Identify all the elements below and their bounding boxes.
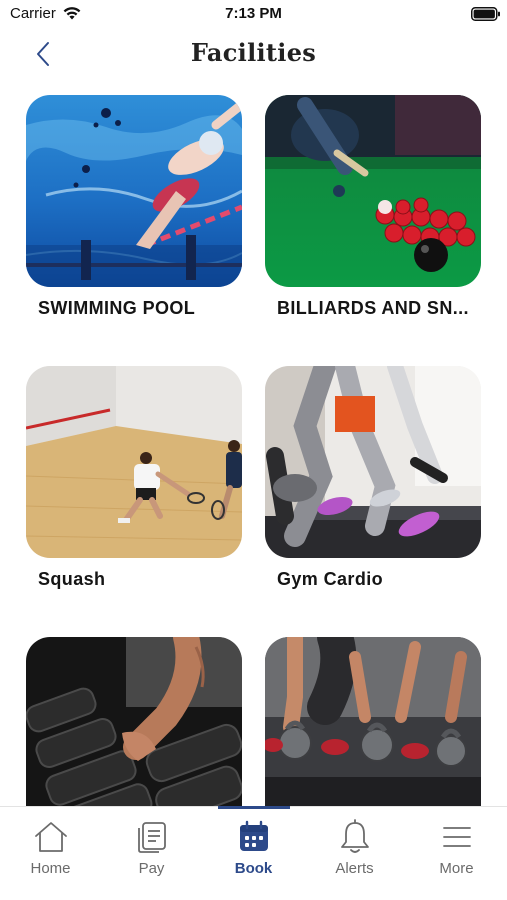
- facility-card-dumbbells[interactable]: [26, 637, 242, 806]
- home-icon: [33, 819, 69, 855]
- facility-card-billiards[interactable]: BILLIARDS AND SN...: [265, 95, 481, 319]
- tab-label: Alerts: [335, 860, 374, 877]
- squash-court-photo: [26, 366, 242, 558]
- receipt-icon: [134, 819, 170, 855]
- billiards-snooker-photo: [265, 95, 481, 287]
- facilities-grid: SWIMMING POOL BILLIARDS AND SN... Squash…: [0, 0, 507, 806]
- tab-label: Pay: [138, 860, 165, 877]
- tab-more[interactable]: More: [406, 807, 507, 900]
- tab-pay[interactable]: Pay: [101, 807, 202, 900]
- facility-label: Squash: [38, 569, 106, 589]
- bell-icon: [337, 819, 373, 855]
- tab-home[interactable]: Home: [0, 807, 101, 900]
- facility-label: BILLIARDS AND SN...: [277, 298, 469, 318]
- facility-card-swimming-pool[interactable]: SWIMMING POOL: [26, 95, 242, 319]
- tab-book[interactable]: Book: [203, 807, 304, 900]
- gym-treadmill-photo: [265, 366, 481, 558]
- tab-label: Home: [30, 860, 71, 877]
- facility-card-gym-cardio[interactable]: Gym Cardio: [265, 366, 481, 590]
- dumbbell-rack-photo: [26, 637, 242, 806]
- kettlebell-class-photo: [265, 637, 481, 806]
- facility-label: Gym Cardio: [277, 569, 384, 589]
- facility-label: SWIMMING POOL: [38, 298, 196, 318]
- tab-alerts[interactable]: Alerts: [304, 807, 405, 900]
- facility-card-squash[interactable]: Squash: [26, 366, 242, 590]
- facility-card-kettlebells[interactable]: [265, 637, 481, 806]
- bottom-tab-bar: Home Pay Book Alerts More: [0, 806, 507, 900]
- tab-label: Book: [234, 860, 273, 877]
- tab-label: More: [439, 860, 474, 877]
- menu-icon: [439, 819, 475, 855]
- calendar-icon: [236, 819, 272, 855]
- swimming-pool-photo: [26, 95, 242, 287]
